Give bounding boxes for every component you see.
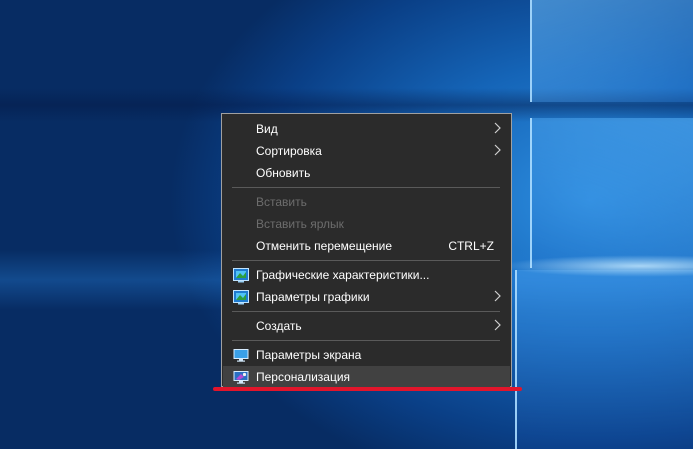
menu-separator <box>232 340 500 341</box>
chevron-right-icon <box>494 319 501 331</box>
menu-item-sort[interactable]: Сортировка <box>223 140 510 162</box>
wallpaper-light-glow <box>500 255 693 277</box>
display-settings-icon <box>233 349 249 362</box>
menu-item-display-settings[interactable]: Параметры экрана <box>223 344 510 366</box>
menu-item-refresh[interactable]: Обновить <box>223 162 510 184</box>
menu-item-personalization[interactable]: Персонализация <box>223 366 510 388</box>
menu-item-label: Вставить ярлык <box>256 217 344 231</box>
highlight-underline <box>213 387 522 391</box>
menu-item-label: Сортировка <box>256 144 322 158</box>
menu-item-label: Вид <box>256 122 278 136</box>
menu-item-label: Обновить <box>256 166 311 180</box>
intel-graphics-icon <box>233 268 249 283</box>
menu-separator <box>232 311 500 312</box>
wallpaper-window-pane <box>530 0 693 102</box>
menu-item-label: Создать <box>256 319 302 333</box>
menu-item-undo-move[interactable]: Отменить перемещение CTRL+Z <box>223 235 510 257</box>
menu-item-graphics-options[interactable]: Параметры графики <box>223 286 510 308</box>
menu-item-view[interactable]: Вид <box>223 118 510 140</box>
menu-item-paste[interactable]: Вставить <box>223 191 510 213</box>
menu-item-label: Персонализация <box>256 370 351 384</box>
menu-separator <box>232 187 500 188</box>
menu-item-new[interactable]: Создать <box>223 315 510 337</box>
chevron-right-icon <box>494 290 501 302</box>
menu-item-label: Отменить перемещение <box>256 239 393 253</box>
menu-item-label: Параметры экрана <box>256 348 362 362</box>
menu-separator <box>232 260 500 261</box>
desktop-context-menu: Вид Сортировка Обновить Вставить Вставит… <box>221 113 512 388</box>
wallpaper-window-pane <box>515 270 693 449</box>
menu-item-label: Графические характеристики... <box>256 268 430 282</box>
chevron-right-icon <box>494 122 501 134</box>
personalization-icon <box>233 371 249 384</box>
chevron-right-icon <box>494 144 501 156</box>
menu-item-graphics-properties[interactable]: Графические характеристики... <box>223 264 510 286</box>
menu-item-label: Параметры графики <box>256 290 370 304</box>
menu-item-shortcut: CTRL+Z <box>448 239 494 253</box>
menu-item-label: Вставить <box>256 195 307 209</box>
intel-graphics-icon <box>233 290 249 305</box>
menu-item-paste-shortcut[interactable]: Вставить ярлык <box>223 213 510 235</box>
wallpaper-window-pane <box>530 118 693 268</box>
